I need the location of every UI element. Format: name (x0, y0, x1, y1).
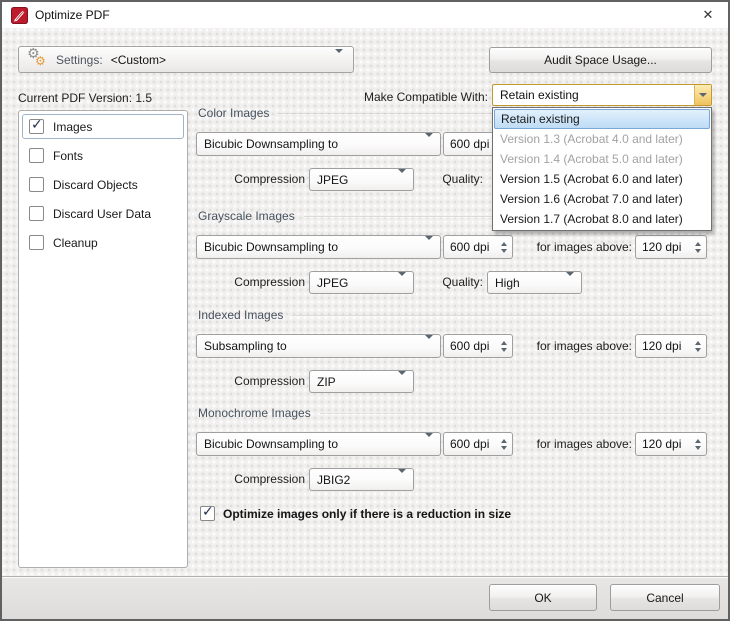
sidebar-item-label: Fonts (53, 148, 84, 163)
sidebar-item-label: Cleanup (53, 235, 98, 250)
compression-label: Compression (234, 374, 305, 388)
for-images-above-label: for images above: (536, 339, 632, 353)
sidebar-item[interactable]: Discard User Data (22, 201, 184, 226)
sidebar-item-label: Discard Objects (53, 177, 138, 192)
quality-combobox[interactable]: High (487, 271, 582, 294)
up-down-arrows-icon[interactable] (690, 241, 701, 253)
dropdown-option[interactable]: Retain existing (494, 109, 710, 129)
up-down-arrows-icon[interactable] (690, 438, 701, 450)
chevron-down-icon (392, 169, 406, 187)
up-down-arrows-icon[interactable] (690, 340, 701, 352)
downsampling-method-combobox[interactable]: Bicubic Downsampling to (196, 235, 441, 259)
compression-label: Compression (234, 172, 305, 186)
chevron-down-icon[interactable] (694, 85, 711, 105)
checkbox[interactable] (200, 504, 215, 521)
checkbox[interactable] (29, 206, 44, 221)
chevron-down-icon (419, 433, 433, 451)
compression-combobox[interactable]: JPEG (309, 271, 414, 294)
ok-label: OK (534, 590, 552, 605)
image-section: Indexed Images Subsampling to 600 dpi fo… (196, 308, 712, 404)
cancel-label: Cancel (646, 590, 684, 605)
gears-icon: ⚙ ⚙ (27, 46, 46, 68)
sidebar-item[interactable]: Cleanup (22, 230, 184, 255)
downsampling-method-combobox[interactable]: Bicubic Downsampling to (196, 132, 441, 156)
settings-label: Settings: (56, 52, 103, 67)
make-compatible-with-combobox[interactable]: Retain existing (492, 84, 712, 106)
optimization-list: Images Fonts Discard Objects Discard Use… (18, 110, 188, 568)
compression-combobox[interactable]: JBIG2 (309, 468, 414, 491)
sidebar-item[interactable]: Discard Objects (22, 172, 184, 197)
dropdown-option[interactable]: Version 1.6 (Acrobat 7.0 and later) (494, 189, 710, 209)
close-icon[interactable]: ✕ (699, 6, 717, 24)
checkbox[interactable] (29, 117, 44, 134)
chevron-down-icon (392, 272, 406, 290)
compression-label: Compression (234, 472, 305, 486)
pdf-pen-icon (11, 6, 28, 24)
chevron-down-icon (419, 335, 433, 353)
compat-selected-value: Retain existing (500, 88, 579, 102)
dropdown-option: Version 1.3 (Acrobat 4.0 and later) (500, 132, 683, 146)
chevron-down-icon (560, 272, 574, 290)
chevron-down-icon (419, 236, 433, 254)
image-section: Monochrome Images Bicubic Downsampling t… (196, 406, 712, 502)
quality-label: Quality: (442, 275, 483, 289)
ok-button[interactable]: OK (489, 584, 597, 611)
downsampling-method-combobox[interactable]: Bicubic Downsampling to (196, 432, 441, 456)
for-images-above-label: for images above: (536, 437, 632, 451)
sidebar-item-label: Discard User Data (53, 206, 152, 221)
settings-preset-combobox[interactable]: ⚙ ⚙ Settings: <Custom> (18, 46, 354, 73)
audit-space-usage-button[interactable]: Audit Space Usage... (489, 47, 712, 73)
compression-combobox[interactable]: JPEG (309, 168, 414, 191)
compression-label: Compression (234, 275, 305, 289)
window-title: Optimize PDF (35, 8, 110, 22)
optimize-only-if-smaller-label: Optimize images only if there is a reduc… (223, 506, 512, 521)
chevron-down-icon (392, 469, 406, 487)
downsampling-method-combobox[interactable]: Subsampling to (196, 334, 441, 358)
for-images-above-label: for images above: (536, 240, 632, 254)
compat-dropdown-list: Retain existing Version 1.3 (Acrobat 4.0 … (492, 107, 712, 231)
checkbox[interactable] (29, 177, 44, 192)
dropdown-option: Version 1.4 (Acrobat 5.0 and later) (500, 152, 683, 166)
sidebar-item-label: Images (53, 119, 93, 134)
current-pdf-version-label: Current PDF Version: 1.5 (18, 91, 153, 105)
chevron-down-icon (419, 133, 433, 151)
threshold-dpi-spinner[interactable]: 120 dpi (635, 432, 707, 456)
sidebar-item[interactable]: Fonts (22, 143, 184, 168)
cancel-button[interactable]: Cancel (610, 584, 720, 611)
chevron-down-icon (335, 48, 343, 67)
checkbox[interactable] (29, 235, 44, 250)
quality-label: Quality: (442, 172, 483, 186)
sidebar-item[interactable]: Images (22, 114, 184, 139)
make-compatible-with-label: Make Compatible With: (363, 90, 488, 104)
section-title: Monochrome Images (198, 406, 712, 420)
threshold-dpi-spinner[interactable]: 120 dpi (635, 334, 707, 358)
title-bar: Optimize PDF ✕ (2, 2, 728, 28)
dropdown-option[interactable]: Version 1.5 (Acrobat 6.0 and later) (494, 169, 710, 189)
optimize-only-if-smaller-checkbox[interactable]: Optimize images only if there is a reduc… (200, 504, 512, 521)
section-title: Indexed Images (198, 308, 712, 322)
settings-value: <Custom> (110, 52, 167, 67)
optimize-pdf-dialog: Optimize PDF ✕ ⚙ ⚙ Settings: <Custom> Aud… (0, 0, 730, 621)
checkbox[interactable] (29, 148, 44, 163)
compression-combobox[interactable]: ZIP (309, 370, 414, 393)
dropdown-option[interactable]: Version 1.7 (Acrobat 8.0 and later) (494, 209, 710, 229)
threshold-dpi-spinner[interactable]: 120 dpi (635, 235, 707, 259)
chevron-down-icon (392, 371, 406, 389)
audit-space-usage-label: Audit Space Usage... (544, 53, 657, 67)
